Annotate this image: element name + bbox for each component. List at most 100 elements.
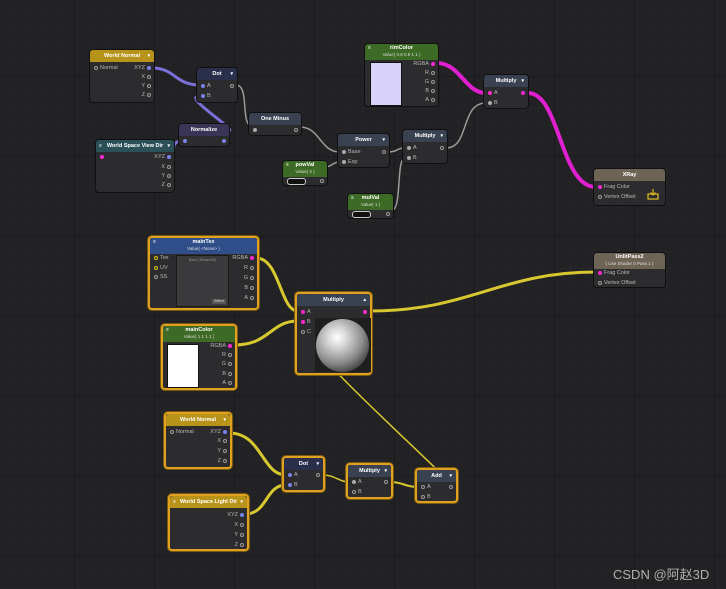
color-swatch[interactable] — [370, 62, 402, 106]
port-dot[interactable] — [431, 97, 435, 102]
port-a[interactable]: A — [199, 82, 211, 90]
port-in[interactable] — [251, 126, 259, 134]
port-b[interactable]: B — [222, 370, 234, 378]
port-dot[interactable] — [94, 65, 98, 70]
node-header[interactable]: Multiply ▴ — [297, 294, 370, 306]
port-dot[interactable] — [521, 90, 525, 95]
node-xray-output[interactable]: XRay Frag Color Vertex Offset — [593, 168, 666, 206]
port-dot[interactable] — [288, 472, 292, 477]
node-header[interactable]: Multiply ▾ — [348, 465, 391, 477]
node-pow-val[interactable]: ≡ powVal Value( 2 ) — [282, 160, 328, 186]
port-dot[interactable] — [352, 479, 356, 484]
port-dot[interactable] — [228, 371, 232, 376]
node-header[interactable]: Normalize — [179, 124, 229, 136]
port-x[interactable]: X — [161, 163, 173, 171]
node-multiply-mid[interactable]: Multiply ▾ A B — [402, 129, 448, 164]
node-header[interactable]: Add ▾ — [417, 470, 456, 482]
port-b[interactable]: B — [350, 488, 362, 496]
port-dot[interactable] — [431, 61, 435, 66]
chevron-down-icon[interactable]: ▾ — [384, 465, 387, 477]
node-world-normal-bottom[interactable]: World Normal ▾ Normal XYZ X Y Z — [164, 412, 232, 469]
port-dot[interactable] — [421, 484, 425, 489]
node-main-color[interactable]: ≡ mainColor Value( 1 1 1 1 ) RGBA R G B A — [161, 324, 237, 390]
chevron-down-icon[interactable]: ▾ — [147, 50, 150, 62]
value-slider[interactable] — [287, 178, 306, 185]
port-dot[interactable] — [154, 255, 158, 260]
port-dot[interactable] — [250, 265, 254, 270]
chevron-down-icon[interactable]: ▾ — [316, 458, 319, 470]
node-header[interactable]: Dot ▾ — [197, 68, 237, 80]
port-normal-input[interactable]: Normal — [92, 64, 118, 72]
port-dot[interactable] — [240, 532, 244, 537]
port-a[interactable]: A — [299, 308, 311, 316]
port-b[interactable]: B — [244, 284, 256, 292]
texture-preview[interactable]: None (Texture2D) Select — [176, 255, 229, 307]
node-power[interactable]: Power ▾ Base Exp — [337, 133, 390, 168]
port-a[interactable]: A — [425, 96, 437, 104]
port-dot[interactable] — [147, 92, 151, 97]
port-dot[interactable] — [384, 479, 388, 484]
port-base[interactable]: Base — [340, 148, 361, 156]
port-x[interactable]: X — [217, 437, 229, 445]
port-out[interactable] — [314, 471, 322, 479]
port-z[interactable]: Z — [235, 541, 246, 549]
port-vertex-offset[interactable]: Vertex Offset — [596, 193, 636, 201]
node-multiply-top[interactable]: Multiply ▾ A B — [483, 74, 529, 109]
node-unlit-pass2-output[interactable]: UnlitPass2( Use Shader 0 Pass 1 ) Frag C… — [593, 252, 666, 288]
port-out[interactable] — [292, 126, 300, 134]
port-dot[interactable] — [230, 83, 234, 88]
port-a[interactable]: A — [419, 483, 431, 491]
port-z[interactable]: Z — [218, 457, 229, 465]
port-dot[interactable] — [320, 178, 324, 183]
port-c[interactable]: C — [299, 328, 311, 336]
port-b[interactable]: B — [405, 154, 417, 162]
port-dot[interactable] — [240, 512, 244, 517]
port-a[interactable]: A — [244, 294, 256, 302]
node-header[interactable]: ≡ World Space View Dir ▾ — [96, 140, 174, 152]
node-header[interactable]: ≡ rimColor Value( 0.8 0.8 1 1 ) — [365, 44, 438, 60]
port-dot[interactable] — [301, 329, 305, 334]
port-a[interactable]: A — [350, 478, 362, 486]
port-dot[interactable] — [167, 173, 171, 178]
port-exp[interactable]: Exp — [340, 158, 357, 166]
port-dot[interactable] — [222, 138, 226, 143]
node-header[interactable]: ≡ mainTex Value( <None> ) — [150, 238, 257, 254]
port-ss[interactable]: SS — [152, 273, 167, 281]
port-dot[interactable] — [223, 429, 227, 434]
port-dot[interactable] — [431, 79, 435, 84]
port-rgba[interactable]: RGBA — [210, 342, 234, 350]
node-header[interactable]: World Normal ▾ — [90, 50, 154, 62]
port-xyz[interactable]: XYZ — [210, 428, 229, 436]
node-header[interactable]: Multiply ▾ — [403, 130, 447, 142]
port-r[interactable]: R — [244, 264, 256, 272]
port-frag-color[interactable]: Frag Color — [596, 183, 630, 191]
port-dot[interactable] — [488, 90, 492, 95]
chevron-up-icon[interactable]: ▴ — [363, 294, 366, 306]
node-header[interactable]: ≡ World Space Light Dir ▾ — [170, 496, 247, 508]
port-dot[interactable] — [352, 489, 356, 494]
port-dot[interactable] — [228, 352, 232, 357]
port-dot[interactable] — [342, 159, 346, 164]
node-normalize[interactable]: Normalize — [178, 123, 230, 147]
port-vertex-offset[interactable]: Vertex Offset — [596, 279, 636, 287]
port-dot[interactable] — [250, 285, 254, 290]
port-dot[interactable] — [167, 164, 171, 169]
port-out[interactable] — [447, 483, 455, 491]
port-dot[interactable] — [407, 145, 411, 150]
port-xyz[interactable]: XYZ — [227, 511, 246, 519]
port-dot[interactable] — [250, 275, 254, 280]
node-header[interactable]: UnlitPass2( Use Shader 0 Pass 1 ) — [594, 253, 665, 269]
node-multiply-main[interactable]: Multiply ▴ A B C — [295, 292, 372, 375]
node-header[interactable]: XRay — [594, 169, 665, 181]
port-xyz[interactable]: XYZ — [154, 153, 173, 161]
port-dot[interactable] — [407, 155, 411, 160]
port-out[interactable] — [382, 478, 390, 486]
port-a[interactable]: A — [286, 471, 298, 479]
port-g[interactable]: G — [244, 274, 256, 282]
port-dot[interactable] — [201, 93, 205, 98]
port-dot[interactable] — [440, 145, 444, 150]
value-slider[interactable] — [352, 211, 371, 218]
node-mul-val[interactable]: ≡ mulVal Value( 1 ) — [347, 193, 394, 219]
port-rgba[interactable]: RGBA — [232, 254, 256, 262]
node-header[interactable]: One Minus — [249, 113, 301, 125]
